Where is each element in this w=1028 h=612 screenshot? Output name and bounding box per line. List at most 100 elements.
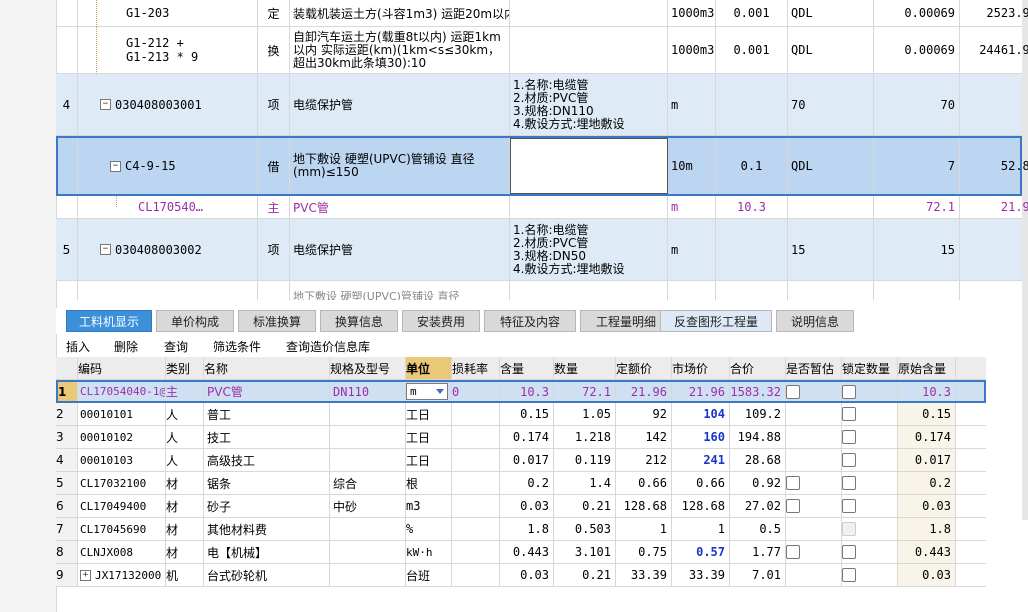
lock-qty-checkbox[interactable] [842,384,856,399]
collapse-icon[interactable]: − [100,244,111,255]
quota-row[interactable]: 5 − 030408003002 项 电缆保护管 1.名称:电缆管 2.材质:P… [56,219,1022,281]
lock-qty-checkbox[interactable] [842,568,856,582]
row-unit[interactable]: 工日 [406,403,452,425]
tab-labor-material-machine[interactable]: 工料机显示 [66,310,152,332]
row-name[interactable]: 普工 [204,403,330,425]
grid-row[interactable]: 6 CL17049400 材 砂子 中砂 m3 0.03 0.21 128.68… [56,495,986,518]
tab-unit-price-composition[interactable]: 单价构成 [156,310,234,332]
row-unit[interactable]: m3 [406,495,452,517]
lock-qty-checkbox[interactable] [842,499,856,513]
row-loss-rate[interactable] [452,518,500,540]
quota-row[interactable]: CL170540… 主 PVC管 m 10.3 72.1 21.96 [56,196,1028,219]
col-header-name[interactable]: 名称 [204,357,330,379]
query-button[interactable]: 查询 [164,338,188,355]
row-name[interactable]: 锯条 [204,472,330,494]
row-code[interactable]: CLNJX008 [78,541,166,563]
row-loss-rate[interactable]: 0 [452,382,500,401]
row-spec[interactable] [330,449,406,471]
grid-row[interactable]: 4 00010103 人 高级技工 工日 0.017 0.119 212 241… [56,449,986,472]
row-spec[interactable]: 综合 [330,472,406,494]
query-price-library-button[interactable]: 查询造价信息库 [286,338,370,355]
quota-row-selected[interactable]: − C4-9-15 借 地下敷设 硬塑(UPVC)管铺设 直径(mm)≤150 … [56,136,1028,196]
row-quantity[interactable]: 1.05 [554,403,616,425]
provisional-checkbox[interactable] [786,476,800,490]
col-header-content[interactable]: 含量 [500,357,554,379]
row-spec[interactable] [330,403,406,425]
row-content[interactable]: 0.2 [500,472,554,494]
grid-row[interactable]: 9 + JX17132000 机 台式砂轮机 台班 0.03 0.21 33.3… [56,564,986,587]
row-code[interactable]: CL17045690 [78,518,166,540]
row-content[interactable]: 0.03 [500,495,554,517]
row-code[interactable]: 00010102 [78,426,166,448]
row-content[interactable]: 0.15 [500,403,554,425]
grid-row[interactable]: 7 CL17045690 材 其他材料费 % 1.8 0.503 1 1 0.5… [56,518,986,541]
col-header-spec[interactable]: 规格及型号 [330,357,406,379]
row-market-price[interactable]: 21.96 [672,382,730,401]
grid-row[interactable]: 3 00010102 人 技工 工日 0.174 1.218 142 160 1… [56,426,986,449]
row-name[interactable]: 电【机械】 [204,541,330,563]
col-header-total[interactable]: 合价 [730,357,786,379]
row-market-price[interactable]: 33.39 [672,564,730,586]
col-header-quantity[interactable]: 数量 [554,357,616,379]
row-quantity[interactable]: 0.119 [554,449,616,471]
row-loss-rate[interactable] [452,541,500,563]
row-quantity[interactable]: 3.101 [554,541,616,563]
row-quantity[interactable]: 0.21 [554,495,616,517]
row-market-price[interactable]: 128.68 [672,495,730,517]
row-content[interactable]: 0.443 [500,541,554,563]
row-quantity[interactable]: 0.21 [554,564,616,586]
row-code[interactable]: CL17054040-1@1 [78,382,166,401]
features-editor[interactable] [510,138,668,194]
lock-qty-checkbox[interactable] [842,407,856,421]
row-unit[interactable]: 工日 [406,449,452,471]
filter-button[interactable]: 筛选条件 [213,338,261,355]
grid-row[interactable]: 8 CLNJX008 材 电【机械】 kW·h 0.443 3.101 0.75… [56,541,986,564]
tab-standard-conversion[interactable]: 标准换算 [238,310,316,332]
row-code[interactable]: CL17049400 [78,495,166,517]
lock-qty-checkbox[interactable] [842,453,856,467]
row-content[interactable]: 1.8 [500,518,554,540]
row-spec[interactable]: DN110 [330,382,406,401]
tab-conversion-info[interactable]: 换算信息 [320,310,398,332]
quota-row[interactable]: 4 − 030408003001 项 电缆保护管 1.名称:电缆管 2.材质:P… [56,74,1022,136]
quota-row[interactable]: G1-203 定 装载机装运土方(斗容1m3) 运距20m以内 1000m3 0… [56,0,1028,27]
tab-installation-cost[interactable]: 安装费用 [402,310,480,332]
expand-icon[interactable]: + [80,569,91,581]
col-header-market-price[interactable]: 市场价 [672,357,730,379]
tab-features-content[interactable]: 特征及内容 [484,310,576,332]
quota-row[interactable]: 地下敷设 硬塑(UPVC)管铺设 直径 [56,281,1022,300]
row-loss-rate[interactable] [452,495,500,517]
lock-qty-checkbox[interactable] [842,430,856,444]
row-market-price[interactable]: 160 [672,426,730,448]
row-content[interactable]: 0.03 [500,564,554,586]
unit-dropdown[interactable]: m [406,383,448,400]
row-content[interactable]: 0.174 [500,426,554,448]
tab-quantity-detail[interactable]: 工程量明细 [580,310,672,332]
lock-qty-checkbox[interactable] [842,476,856,490]
col-header-lock-qty[interactable]: 锁定数量 [842,357,898,379]
col-header-category[interactable]: 类别 [166,357,204,379]
row-code[interactable]: JX17132000 [95,569,161,582]
row-name[interactable]: 砂子 [204,495,330,517]
insert-button[interactable]: 插入 [66,338,90,355]
provisional-checkbox[interactable] [786,545,800,559]
row-unit[interactable]: kW·h [406,541,452,563]
row-name[interactable]: 台式砂轮机 [204,564,330,586]
col-header-unit[interactable]: 单位 [406,357,452,379]
grid-row[interactable]: 5 CL17032100 材 锯条 综合 根 0.2 1.4 0.66 0.66… [56,472,986,495]
row-market-price[interactable]: 0.66 [672,472,730,494]
row-name[interactable]: 技工 [204,426,330,448]
quota-row[interactable]: G1-212 + G1-213 * 9 换 自卸汽车运土方(载重8t以内) 运距… [56,27,1028,74]
tab-reverse-graphic-quantity[interactable]: 反查图形工程量 [660,310,772,332]
row-content[interactable]: 0.017 [500,449,554,471]
delete-button[interactable]: 删除 [114,338,138,355]
row-quantity[interactable]: 0.503 [554,518,616,540]
grid-row-selected[interactable]: 1 CL17054040-1@1 主 PVC管 DN110 m 0 10.3 7… [56,380,986,403]
row-spec[interactable]: 中砂 [330,495,406,517]
row-spec[interactable] [330,426,406,448]
row-unit[interactable]: 根 [406,472,452,494]
row-code[interactable]: 00010101 [78,403,166,425]
tab-description-info[interactable]: 说明信息 [776,310,854,332]
chevron-down-icon[interactable] [436,389,444,394]
row-loss-rate[interactable] [452,564,500,586]
